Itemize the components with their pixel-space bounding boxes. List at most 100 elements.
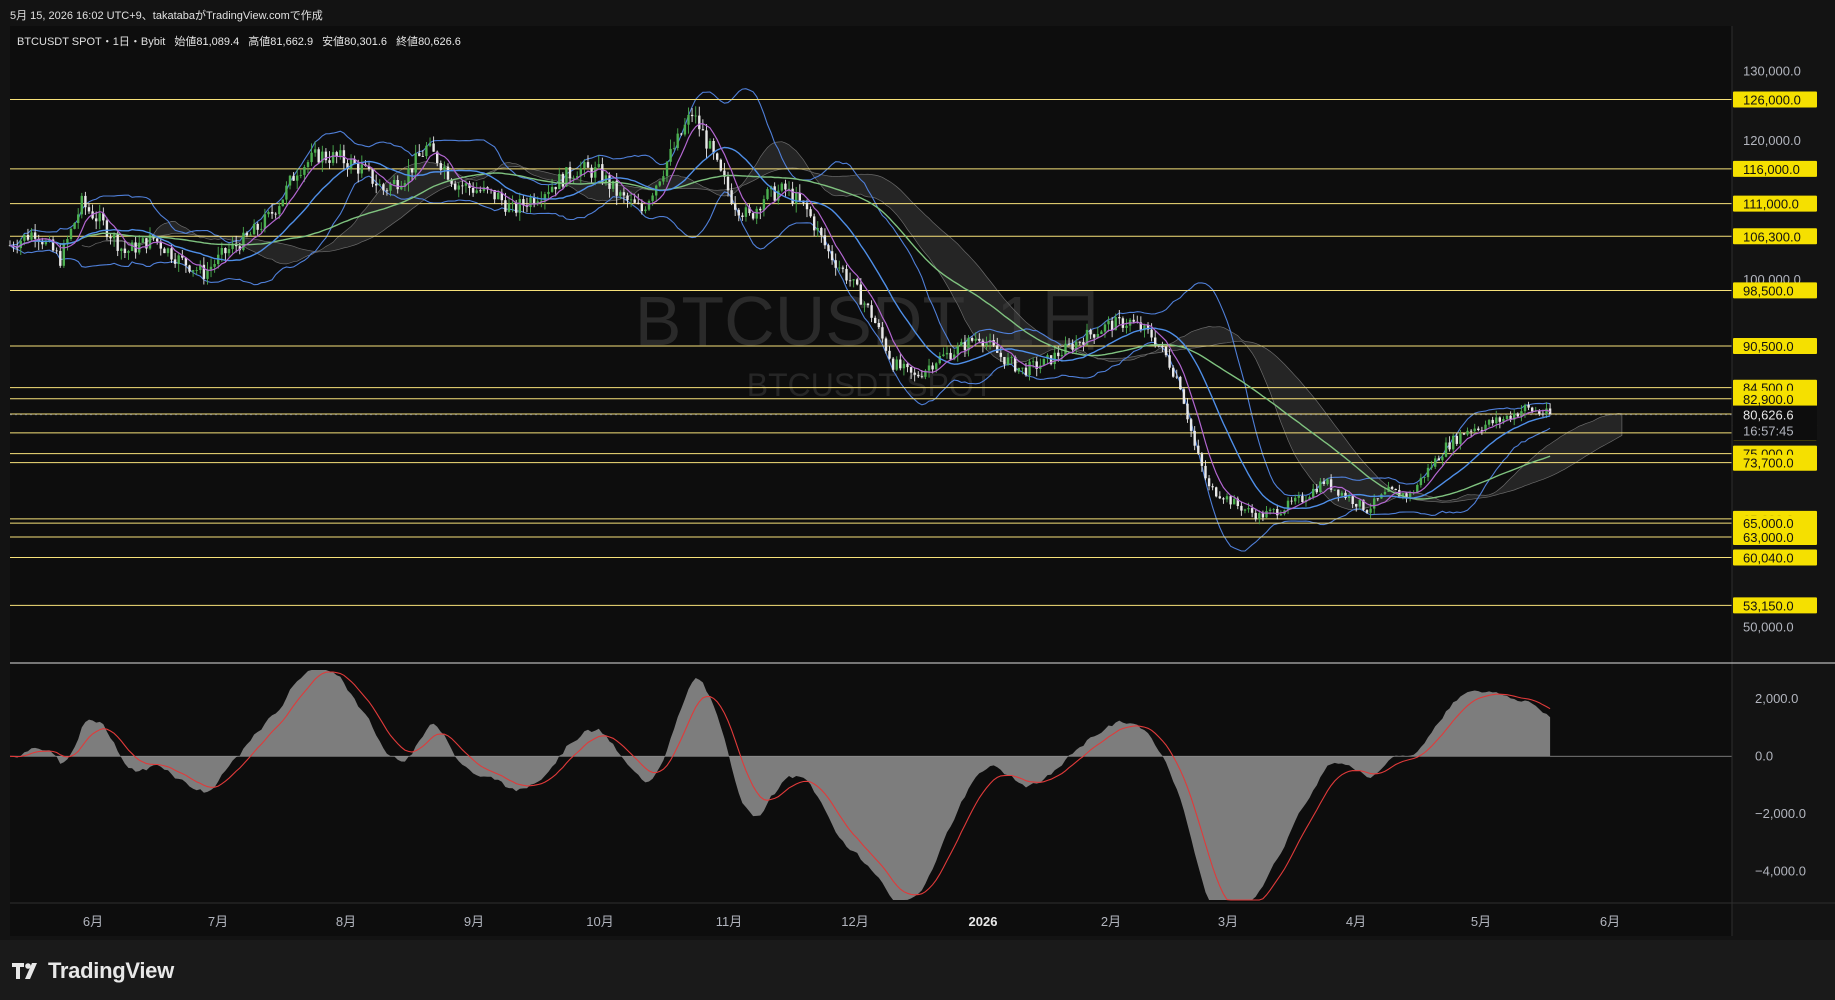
candle-body [1240,505,1243,511]
candle-body [1423,477,1426,478]
candle-body [360,164,363,174]
candle-body [299,175,302,176]
candle-body [1326,479,1329,485]
candle-body [1010,357,1013,358]
candle-body [1301,496,1304,502]
candle-body [1182,389,1186,404]
candle-body [626,195,629,201]
candle-body [123,248,127,253]
tradingview-logo-text: TradingView [48,958,174,983]
candle-body [694,115,697,117]
candle-body [974,338,977,341]
candle-body [561,174,565,187]
candle-body [109,236,112,239]
candle-body [1024,367,1028,376]
footer-bar: TradingView [0,940,1835,1000]
candle-body [942,354,945,357]
candle-body [1290,500,1293,502]
candle-body [497,192,500,200]
candle-body [1312,488,1315,498]
level-price-label: 63,000.0 [1743,530,1794,545]
candle-body [270,212,274,214]
candle-body [827,245,830,252]
candle-body [1355,504,1358,507]
price-chart[interactable]: BTCUSDT, 1日 BTCUSDT SPOT 130,000.0120,00… [0,0,1835,1000]
legend-high-label: 高値 [248,34,270,48]
candle-body [935,363,938,370]
candle-body [371,169,374,184]
candle-body [120,248,123,251]
candle-body [1057,352,1060,357]
candle-body [1093,334,1096,338]
candle-body [292,175,295,181]
candle-body [220,248,223,255]
candle-body [895,359,898,370]
candle-body [1426,467,1430,478]
candle-body [1322,481,1326,484]
level-price-label: 60,040.0 [1743,551,1794,566]
candle-body [471,188,475,193]
candle-body [59,250,62,266]
candle-body [899,359,902,369]
candle-body [1491,419,1494,424]
candle-body [1028,361,1031,376]
candle-body [382,184,385,191]
candle-body [1531,407,1534,412]
candle-body [1258,513,1261,520]
candle-body [762,199,766,211]
candle-body [1541,413,1545,415]
current-price-label: 80,626.6 [1743,408,1794,423]
candle-body [1164,346,1168,356]
candle-body [601,164,604,183]
candle-body [996,345,999,353]
candle-body [1017,367,1020,372]
candle-body [698,115,701,130]
candle-body [141,238,144,243]
candle-body [881,327,884,339]
candle-body [730,190,733,204]
candle-body [400,186,403,190]
legend-close: 80,626.6 [418,36,461,48]
candle-body [658,181,661,186]
candle-body [1218,496,1221,499]
candle-body [26,234,30,240]
candle-body [665,161,669,177]
candle-body [927,365,931,371]
watermark-subtitle: BTCUSDT SPOT [747,367,994,403]
osc-tick-label: −4,000.0 [1755,863,1806,878]
candle-body [252,223,256,235]
candle-body [1179,376,1182,390]
candle-body [766,189,769,200]
candle-body [454,183,457,190]
candle-body [446,166,450,180]
candle-body [637,202,640,204]
candle-body [127,251,130,253]
candle-body [116,234,119,251]
price-tick-label: 50,000.0 [1743,619,1794,634]
candle-body [195,270,198,271]
candle-body [680,133,683,135]
candle-body [306,162,310,167]
candle-body [884,338,888,351]
candle-body [55,250,58,252]
snapshot-caption: 5月 15, 2026 16:02 UTC+9、takatabaがTrading… [10,10,323,22]
time-tick-label: 8月 [336,914,356,929]
candle-body [906,363,909,368]
candle-body [1462,433,1466,435]
candle-body [909,367,913,373]
level-price-label: 126,000.0 [1743,93,1801,108]
candle-body [1032,361,1035,363]
candle-body [1003,357,1006,365]
candle-body [77,214,80,223]
candle-body [960,341,963,347]
candle-body [206,269,209,279]
candle-body [1268,509,1272,511]
candle-body [1100,331,1103,334]
level-price-label: 65,000.0 [1743,516,1794,531]
candle-body [1376,498,1379,500]
candle-body [572,177,575,179]
candle-body [1390,486,1394,489]
legend-open-label: 始値 [174,34,196,48]
tradingview-logo[interactable]: TradingView [12,958,174,984]
time-tick-label: 4月 [1346,914,1366,929]
